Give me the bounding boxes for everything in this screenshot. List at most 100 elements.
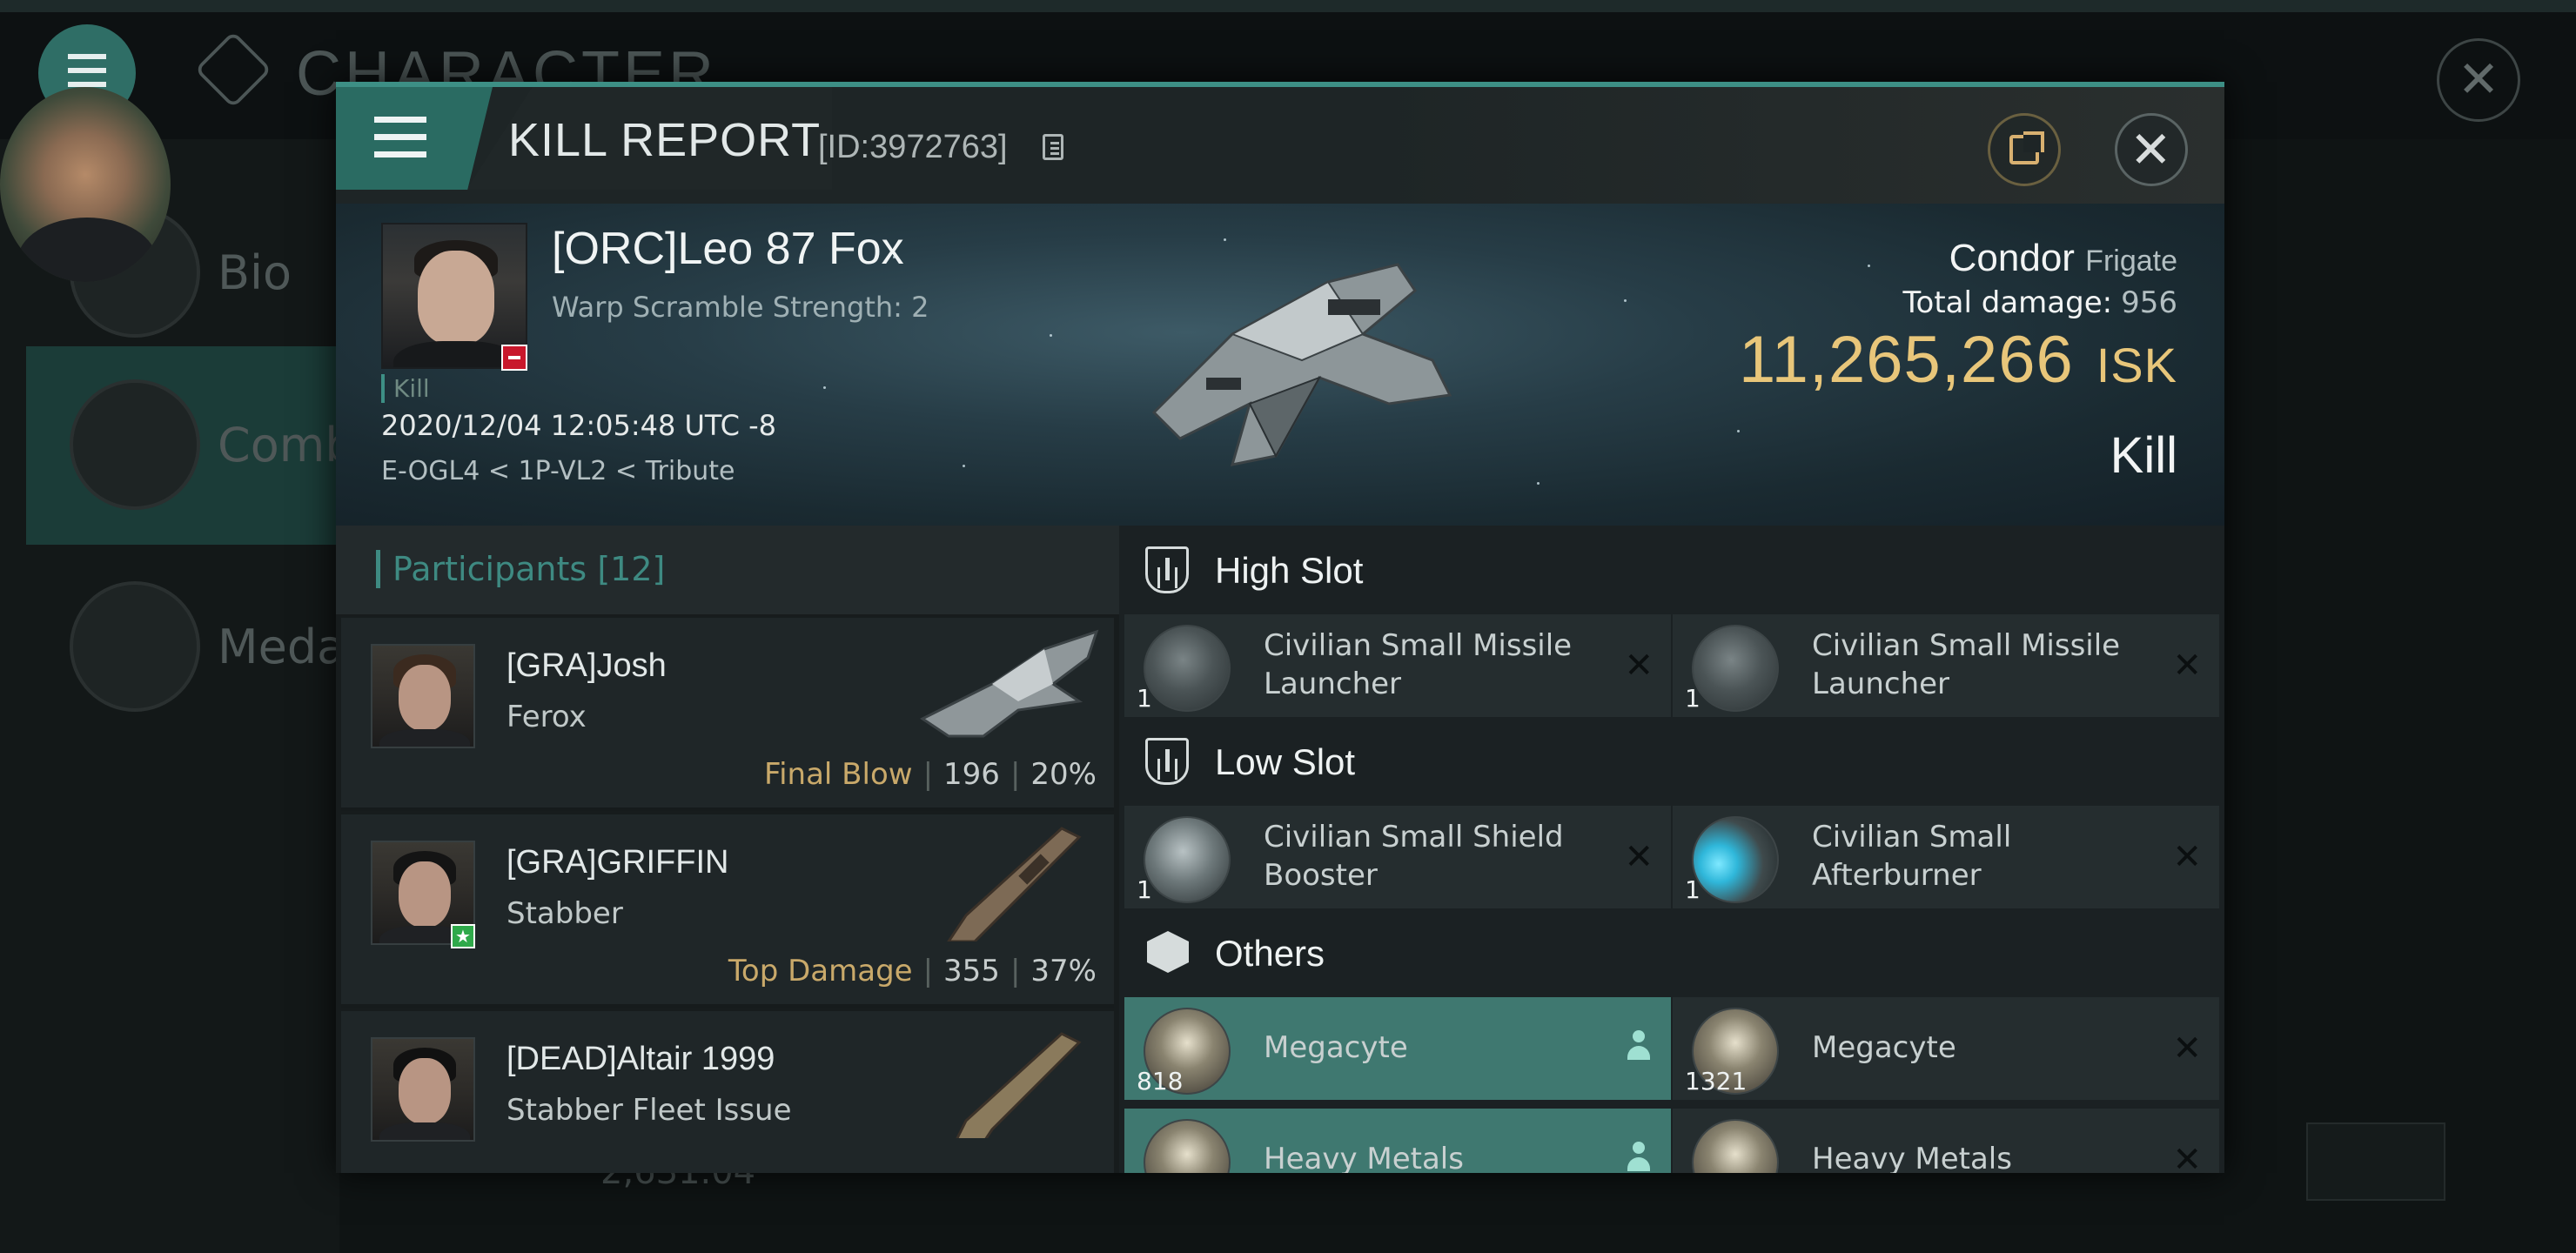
report-id: [ID:3972763]: [818, 129, 1008, 165]
top-bar: [0, 0, 2576, 12]
top-damage-tag: Top Damage: [728, 954, 913, 988]
item-quantity: 818: [1137, 1067, 1184, 1096]
hostile-badge-icon: [501, 345, 527, 371]
dropped-person-icon: [1626, 1030, 1652, 1065]
victim-ship: Condor Frigate: [1949, 237, 2177, 280]
stabber-fleet-issue-ship-image: [956, 1032, 1082, 1138]
kill-time: 2020/12/04 12:05:48 UTC -8: [381, 409, 777, 442]
kill-location: E-OGL4 < 1P-VL2 < Tribute: [381, 456, 735, 486]
modal-title: KILL REPORT: [508, 114, 822, 166]
participant-ship: Stabber Fleet Issue: [506, 1093, 792, 1128]
participant-portrait[interactable]: [371, 1037, 475, 1142]
participants-header[interactable]: Participants [12]: [336, 526, 1119, 614]
fitting-panel: High Slot 1 Civilian Small Missile Launc…: [1119, 526, 2224, 1173]
missile-launcher-icon: [1144, 625, 1231, 712]
isk-unit: ISK: [2096, 338, 2177, 392]
participant-row[interactable]: [GRA]Josh Ferox Final Blow | 196 | 20%: [341, 618, 1114, 811]
close-icon: ✕: [2130, 120, 2172, 179]
participant-row[interactable]: [DEAD]Altair 1999 Stabber Fleet Issue: [341, 1011, 1114, 1173]
total-damage-label: Total damage:: [1902, 285, 2113, 320]
ship-class: Frigate: [2085, 245, 2177, 278]
destroyed-x-icon: ✕: [1624, 646, 1654, 686]
ship-name: Condor: [1949, 237, 2075, 279]
item-name: Heavy Metals: [1264, 1142, 1464, 1173]
sidebar-item-combat[interactable]: Comb: [26, 346, 366, 545]
item-cell[interactable]: 1321 Megacyte ✕: [1673, 997, 2219, 1100]
friendly-star-icon: ★: [451, 924, 475, 948]
participant-ship: Ferox: [506, 700, 587, 734]
item-cell[interactable]: 818 Megacyte: [1124, 997, 1671, 1100]
kill-tag: Kill: [381, 374, 430, 403]
item-cell[interactable]: 1 Civilian Small Afterburner ✕: [1673, 806, 2219, 908]
item-name: Civilian Small Afterburner: [1812, 820, 2012, 893]
item-quantity: 1: [1685, 875, 1701, 904]
copy-icon[interactable]: [1043, 134, 1063, 160]
participants-panel: Participants [12] [GRA]Josh Ferox Final …: [336, 526, 1119, 1173]
dropped-person-icon: [1626, 1142, 1652, 1173]
slot-label: Low Slot: [1215, 741, 1356, 782]
low-slot-header: Low Slot: [1119, 717, 2224, 806]
participant-portrait[interactable]: [371, 644, 475, 748]
high-slot-header: High Slot: [1119, 526, 2224, 614]
item-cell[interactable]: Heavy Metals: [1124, 1109, 1671, 1173]
share-button[interactable]: [1988, 113, 2061, 186]
streamer-webcam: [0, 87, 171, 282]
item-name: Civilian Small Missile Launcher: [1264, 628, 1573, 701]
participant-name: [DEAD]Altair 1999: [506, 1041, 775, 1077]
combat-swords-icon: [70, 379, 200, 510]
item-cell[interactable]: 1 Civilian Small Missile Launcher ✕: [1673, 614, 2219, 717]
participants-label: Participants [12]: [376, 550, 665, 588]
item-cell[interactable]: 1 Civilian Small Shield Booster ✕: [1124, 806, 1671, 908]
destroyed-x-icon: ✕: [1624, 837, 1654, 877]
character-sidebar: Bio Comb Medal: [0, 139, 366, 1253]
missile-launcher-icon: [1692, 625, 1779, 712]
low-slot-icon: [1145, 738, 1189, 785]
isk-value: 11,265,266 ISK: [1739, 322, 2177, 398]
participant-percent: 20%: [1030, 757, 1097, 792]
slot-label: High Slot: [1215, 550, 1364, 591]
others-header: Others: [1119, 908, 2224, 997]
medal-star-icon: [70, 581, 200, 712]
sidebar-item-label: Bio: [218, 245, 292, 300]
item-quantity: 1: [1685, 684, 1701, 713]
item-cell[interactable]: 1 Civilian Small Missile Launcher ✕: [1124, 614, 1671, 717]
cargo-cube-icon: [1147, 931, 1189, 973]
victim-name[interactable]: [ORC]Leo 87 Fox: [552, 223, 904, 275]
filter-button[interactable]: [2306, 1122, 2445, 1201]
slot-label: Others: [1215, 933, 1325, 974]
share-icon: [2009, 131, 2044, 164]
isk-amount: 11,265,266: [1739, 323, 2074, 397]
kill-result: Kill: [2110, 427, 2177, 484]
modal-header: KILL REPORT [ID:3972763] ✕: [336, 87, 2224, 204]
participants-count: [12]: [597, 550, 666, 588]
item-quantity: 1: [1137, 684, 1152, 713]
close-button[interactable]: ✕: [2115, 113, 2188, 186]
participant-name: [GRA]GRIFFIN: [506, 844, 729, 881]
participant-percent: 37%: [1030, 954, 1097, 988]
participant-row[interactable]: ★ [GRA]GRIFFIN Stabber Top Damage | 355 | 37…: [341, 814, 1114, 1008]
shield-booster-icon: [1144, 816, 1231, 903]
total-damage: Total damage: 956: [1903, 285, 2177, 320]
participant-stats: Final Blow | 196 | 20%: [764, 757, 1097, 792]
item-name: Megacyte: [1264, 1030, 1408, 1065]
item-quantity: 1: [1137, 875, 1152, 904]
sidebar-item-medal[interactable]: Medal: [26, 548, 366, 747]
participant-name: [GRA]Josh: [506, 647, 667, 684]
high-slot-icon: [1145, 546, 1189, 593]
victim-banner: [ORC]Leo 87 Fox Warp Scramble Strength: …: [336, 204, 2224, 526]
destroyed-x-icon: ✕: [2172, 646, 2202, 686]
close-icon[interactable]: ✕: [2437, 38, 2520, 122]
total-damage-value: 956: [2121, 285, 2177, 320]
destroyed-x-icon: ✕: [2172, 1029, 2202, 1069]
hamburger-icon: [68, 54, 106, 89]
menu-button[interactable]: [336, 87, 493, 190]
participant-damage: 196: [943, 757, 1000, 792]
destroyed-x-icon: ✕: [2172, 1140, 2202, 1173]
kill-report-modal: KILL REPORT [ID:3972763] ✕ [ORC]Leo 87 F…: [336, 82, 2224, 1173]
heavy-metals-icon: [1692, 1119, 1779, 1173]
participant-stats: Top Damage | 355 | 37%: [728, 954, 1097, 988]
item-cell[interactable]: Heavy Metals ✕: [1673, 1109, 2219, 1173]
character-icon: [194, 30, 272, 109]
stabber-ship-image: [947, 827, 1082, 941]
afterburner-icon: [1692, 816, 1779, 903]
